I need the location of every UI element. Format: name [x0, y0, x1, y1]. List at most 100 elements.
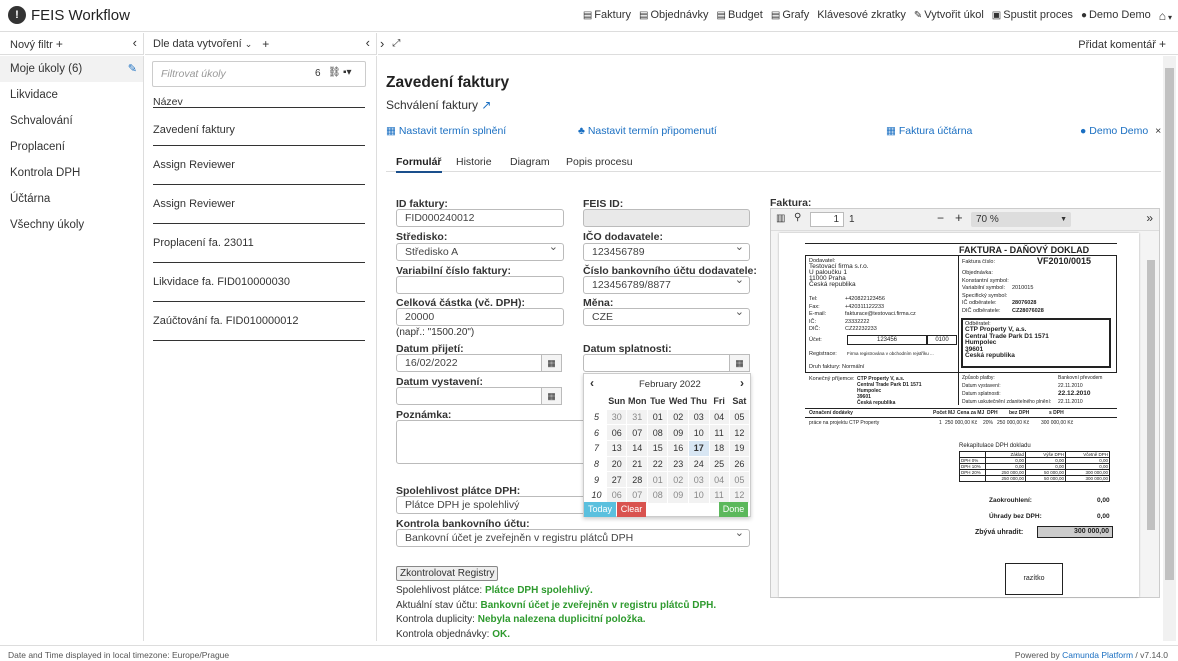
zoom-out-icon[interactable]: − [937, 211, 944, 225]
calendar-icon[interactable]: ▦ [730, 354, 750, 372]
day-cell[interactable]: 08 [647, 487, 669, 504]
home-button[interactable]: ⌂ ▾ [1159, 9, 1172, 23]
tab-diagram[interactable]: Diagram [510, 156, 550, 168]
day-cell[interactable]: 28 [626, 471, 649, 489]
day-cell[interactable]: 03 [688, 408, 710, 426]
day-cell[interactable]: 31 [626, 408, 649, 426]
day-cell[interactable]: 05 [728, 408, 751, 426]
day-cell[interactable]: 01 [647, 471, 669, 489]
day-cell[interactable]: 08 [647, 424, 669, 442]
ico-select[interactable]: 123456789 [583, 241, 750, 261]
amount-field[interactable]: 20000 [396, 308, 564, 326]
nav-invoices[interactable]: ▤ Faktury [583, 9, 631, 23]
day-cell[interactable]: 22 [647, 455, 669, 473]
calendar-icon[interactable]: ▦ [542, 387, 562, 405]
page-number-input[interactable]: 1 [810, 212, 844, 227]
nav-orders[interactable]: ▤ Objednávky [639, 9, 709, 23]
scrollbar-thumb[interactable] [1165, 68, 1174, 580]
day-cell[interactable]: 01 [647, 408, 669, 426]
check-registry-button[interactable]: Zkontrolovat Registry [396, 566, 499, 581]
nav-user[interactable]: ● Demo Demo [1081, 9, 1151, 23]
collapse-left-icon[interactable]: ‹ [133, 35, 137, 50]
process-name[interactable]: Schválení faktury ↗ [386, 98, 491, 112]
day-cell[interactable]: 05 [728, 471, 751, 489]
month-title[interactable]: February 2022 [639, 379, 701, 390]
nav-budget[interactable]: ▤ Budget [717, 9, 763, 23]
camunda-link[interactable]: Camunda Platform [1062, 650, 1133, 660]
sidebar-item-all-tasks[interactable]: Všechny úkoly [0, 212, 143, 238]
tab-form[interactable]: Formulář [396, 156, 442, 173]
pdf-scrollbar[interactable] [1144, 232, 1158, 596]
assignee-button[interactable]: ● Demo Demo × [1080, 125, 1161, 137]
task-item[interactable]: Assign Reviewer [153, 159, 365, 185]
pdf-scrollbar-thumb[interactable] [1147, 260, 1155, 530]
day-cell[interactable]: 04 [708, 408, 730, 426]
sidebar-item-uctarna[interactable]: Účtárna [0, 186, 143, 212]
zoom-in-icon[interactable]: + [955, 210, 963, 225]
close-icon[interactable]: × [1155, 125, 1161, 137]
day-cell[interactable]: 27 [605, 471, 628, 489]
clear-button[interactable]: Clear [617, 502, 646, 517]
day-cell[interactable]: 06 [605, 487, 628, 504]
calendar-icon[interactable]: ▦ [542, 354, 562, 372]
nav-create-task[interactable]: ✎ Vytvořit úkol [914, 9, 984, 23]
day-cell[interactable]: 11 [708, 424, 730, 442]
day-cell[interactable]: 12 [728, 487, 751, 504]
day-cell[interactable]: 26 [728, 455, 751, 473]
tab-history[interactable]: Historie [456, 156, 492, 168]
day-cell[interactable]: 12 [728, 424, 751, 442]
edit-icon[interactable]: ✎ [128, 56, 137, 82]
collapse-tasklist-icon[interactable]: ‹ [366, 35, 370, 50]
day-cell[interactable]: 07 [626, 487, 649, 504]
next-month-icon[interactable]: › [740, 376, 744, 390]
sidebar-item-proplaceni[interactable]: Proplacení [0, 134, 143, 160]
task-item[interactable]: Zaúčtování fa. FID010000012 [153, 315, 365, 341]
nav-charts[interactable]: ▤ Grafy [771, 9, 809, 23]
sidebar-item-schvalovani[interactable]: Schvalování [0, 108, 143, 134]
varsym-field[interactable] [396, 276, 564, 294]
day-cell[interactable]: 06 [605, 424, 628, 442]
sidebar-item-likvidace[interactable]: Likvidace [0, 82, 143, 108]
fullscreen-icon[interactable]: ⤢ [392, 38, 400, 49]
day-cell[interactable]: 25 [708, 455, 730, 473]
day-cell[interactable]: 18 [708, 440, 730, 457]
day-cell[interactable]: 10 [688, 424, 710, 442]
day-cell[interactable]: 30 [605, 408, 628, 426]
day-cell[interactable]: 16 [667, 440, 690, 457]
currency-select[interactable]: CZE [583, 306, 750, 326]
day-cell[interactable]: 11 [708, 487, 730, 504]
add-comment-button[interactable]: Přidat komentář + [1078, 37, 1166, 51]
sidebar-toggle-icon[interactable]: ▥ [776, 213, 785, 224]
day-cell[interactable]: 23 [667, 455, 690, 473]
center-select[interactable]: Středisko A [396, 241, 564, 261]
filter-input[interactable]: Filtrovat úkoly [161, 68, 226, 80]
sort-dropdown[interactable]: Dle data vytvoření ⌄ [153, 38, 252, 50]
accounting-button[interactable]: ▦ Faktura účtárna [886, 125, 972, 137]
issued-date-field[interactable] [396, 387, 542, 405]
expand-icon[interactable]: › [380, 36, 384, 51]
day-cell[interactable]: 14 [626, 440, 649, 457]
more-tools-icon[interactable]: » [1146, 211, 1153, 225]
sidebar-item-kontrola-dph[interactable]: Kontrola DPH [0, 160, 143, 186]
day-cell[interactable]: 19 [728, 440, 751, 457]
today-button[interactable]: Today [584, 502, 616, 517]
nav-start-process[interactable]: ▣ Spustit proces [992, 9, 1073, 23]
day-cell[interactable]: 10 [688, 487, 710, 504]
zoom-select[interactable]: 70 % ▼ [971, 212, 1071, 227]
day-cell[interactable]: 20 [605, 455, 628, 473]
search-icon[interactable]: ⚲ [794, 212, 801, 223]
account-select[interactable]: 123456789/8877 [583, 274, 750, 294]
day-cell[interactable]: 09 [667, 487, 690, 504]
day-cell[interactable]: 24 [688, 455, 710, 473]
set-due-date-button[interactable]: ▦ Nastavit termín splnění [386, 125, 506, 137]
day-cell[interactable]: 09 [667, 424, 690, 442]
sidebar-item-my-tasks[interactable]: Moje úkoly (6) ✎ [0, 56, 143, 82]
done-button[interactable]: Done [719, 502, 748, 517]
set-reminder-button[interactable]: ♣ Nastavit termín připomenutí [578, 125, 717, 137]
link-icon[interactable]: ⛓ [328, 67, 341, 78]
new-filter-button[interactable]: Nový filtr + [10, 37, 63, 51]
task-item[interactable]: Zavedení faktury [153, 124, 365, 146]
day-cell[interactable]: 03 [688, 471, 710, 489]
task-item[interactable]: Proplacení fa. 23011 [153, 237, 365, 263]
received-date-field[interactable]: 16/02/2022 [396, 354, 542, 372]
